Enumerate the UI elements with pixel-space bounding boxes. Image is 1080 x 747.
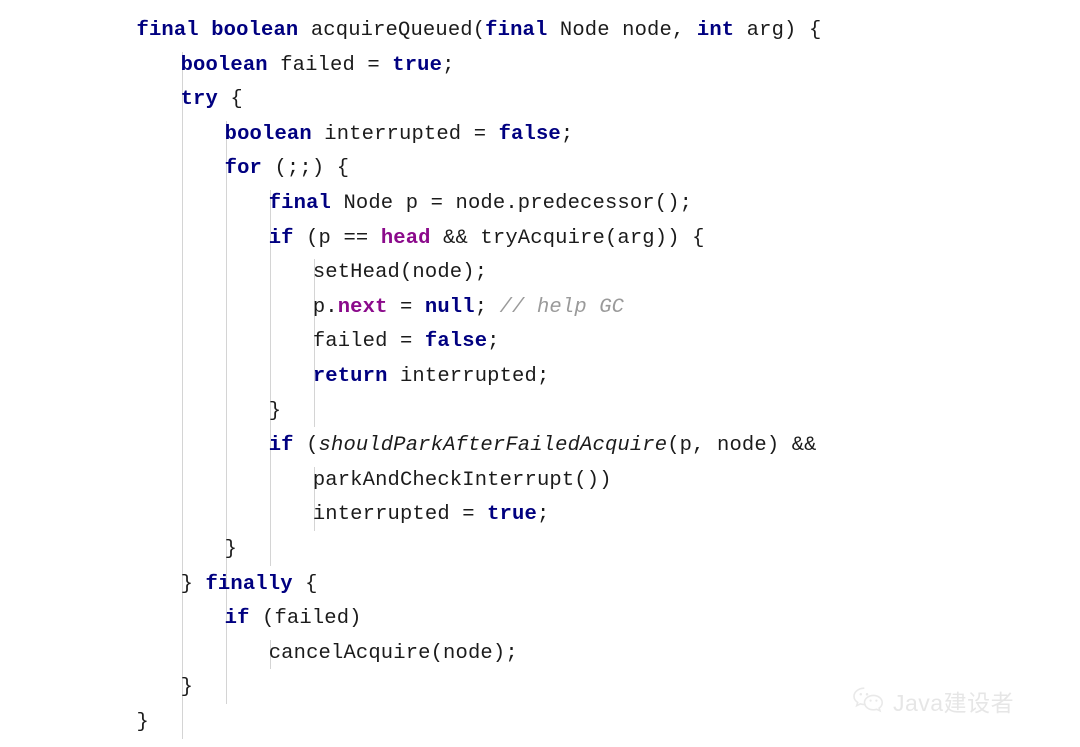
code-token-plain: (p ==: [293, 226, 381, 250]
code-token-plain: Node node,: [547, 19, 697, 42]
code-token-plain: && tryAcquire(arg)) {: [430, 226, 705, 250]
code-token-plain: ;: [474, 295, 500, 319]
java-code-block: final boolean acquireQueued(final Node n…: [0, 0, 1080, 747]
code-token-plain: interrupted =: [312, 503, 488, 527]
indent-guide: [182, 51, 184, 739]
code-token-plain: cancelAcquire(node);: [268, 641, 518, 665]
code-token-keyword: return: [312, 365, 388, 388]
code-token-plain: (;;) {: [262, 157, 350, 181]
code-token-plain: }: [180, 676, 194, 700]
code-token-plain: }: [224, 538, 238, 561]
code-token-keyword: finally: [205, 572, 293, 596]
code-token-keyword: boolean: [224, 122, 312, 146]
code-token-comment: // help GC: [499, 295, 625, 319]
code-line: boolean interrupted = false;: [225, 118, 574, 153]
code-token-keyword: try: [180, 88, 218, 112]
code-token-keyword: boolean: [180, 53, 268, 77]
code-line: parkAndCheckInterrupt()): [313, 464, 612, 499]
code-line: failed = false;: [313, 325, 500, 360]
code-line: return interrupted;: [313, 360, 550, 395]
code-line: final Node p = node.predecessor();: [269, 187, 692, 222]
code-token-plain: (p, node) &&: [667, 434, 817, 458]
code-token-keyword: int: [696, 19, 735, 42]
code-token-keyword: boolean: [211, 19, 299, 42]
code-token-keyword: false: [424, 330, 488, 354]
code-token-plain: {: [217, 88, 243, 112]
code-line: if (p == head && tryAcquire(arg)) {: [269, 222, 705, 257]
code-token-plain: Node p = node.predecessor();: [331, 192, 693, 215]
code-token-plain: }: [180, 572, 206, 596]
code-token-keyword: null: [424, 295, 475, 319]
code-token-plain: interrupted =: [311, 122, 499, 146]
code-line: }: [225, 533, 237, 568]
code-token-plain: p.: [312, 295, 338, 319]
code-token-plain: {: [292, 572, 318, 596]
code-token-static: shouldParkAfterFailedAcquire: [318, 434, 668, 458]
code-line: interrupted = true;: [313, 498, 550, 533]
code-token-keyword: final: [136, 19, 199, 42]
code-token-plain: ;: [487, 330, 500, 354]
code-token-plain: parkAndCheckInterrupt()): [312, 468, 612, 492]
code-line: for (;;) {: [225, 152, 350, 187]
code-token-keyword: if: [268, 226, 294, 250]
code-token-plain: acquireQueued(: [298, 19, 486, 42]
code-token-keyword: for: [224, 157, 263, 181]
code-line: setHead(node);: [313, 256, 487, 291]
code-token-keyword: true: [392, 53, 443, 77]
code-token-keyword: if: [268, 434, 294, 458]
code-token-keyword: true: [487, 503, 537, 527]
code-token-plain: interrupted;: [387, 365, 550, 388]
code-line: }: [181, 671, 193, 706]
code-line: } finally {: [181, 568, 318, 603]
code-line: }: [269, 395, 281, 430]
code-token-plain: failed =: [267, 53, 393, 77]
code-line: try {: [181, 83, 243, 118]
code-token-plain: ;: [442, 53, 455, 77]
code-token-keyword: false: [498, 122, 561, 146]
code-token-plain: failed =: [312, 330, 425, 354]
code-token-plain: }: [136, 711, 149, 734]
code-token-keyword: final: [268, 192, 331, 215]
code-token-field: head: [380, 226, 431, 250]
code-token-plain: ;: [560, 122, 574, 146]
code-token-plain: =: [387, 295, 425, 319]
code-token-keyword: if: [224, 607, 250, 631]
code-line: boolean failed = true;: [181, 49, 455, 84]
code-token-plain: ;: [536, 503, 550, 527]
code-token-plain: setHead(node);: [312, 261, 488, 285]
code-line: }: [137, 706, 149, 741]
code-screenshot: final boolean acquireQueued(final Node n…: [0, 0, 1080, 747]
code-token-plain: }: [268, 399, 282, 423]
code-token-keyword: final: [485, 19, 548, 42]
code-line: if (failed): [225, 602, 362, 637]
code-line: p.next = null; // help GC: [313, 291, 624, 326]
code-line: cancelAcquire(node);: [269, 637, 518, 672]
code-token-plain: arg) {: [734, 19, 822, 42]
code-line: final boolean acquireQueued(final Node n…: [137, 14, 822, 49]
code-token-plain: (failed): [249, 607, 362, 631]
code-line: if (shouldParkAfterFailedAcquire(p, node…: [269, 429, 817, 464]
code-token-field: next: [337, 295, 388, 319]
code-token-plain: (: [293, 434, 319, 458]
